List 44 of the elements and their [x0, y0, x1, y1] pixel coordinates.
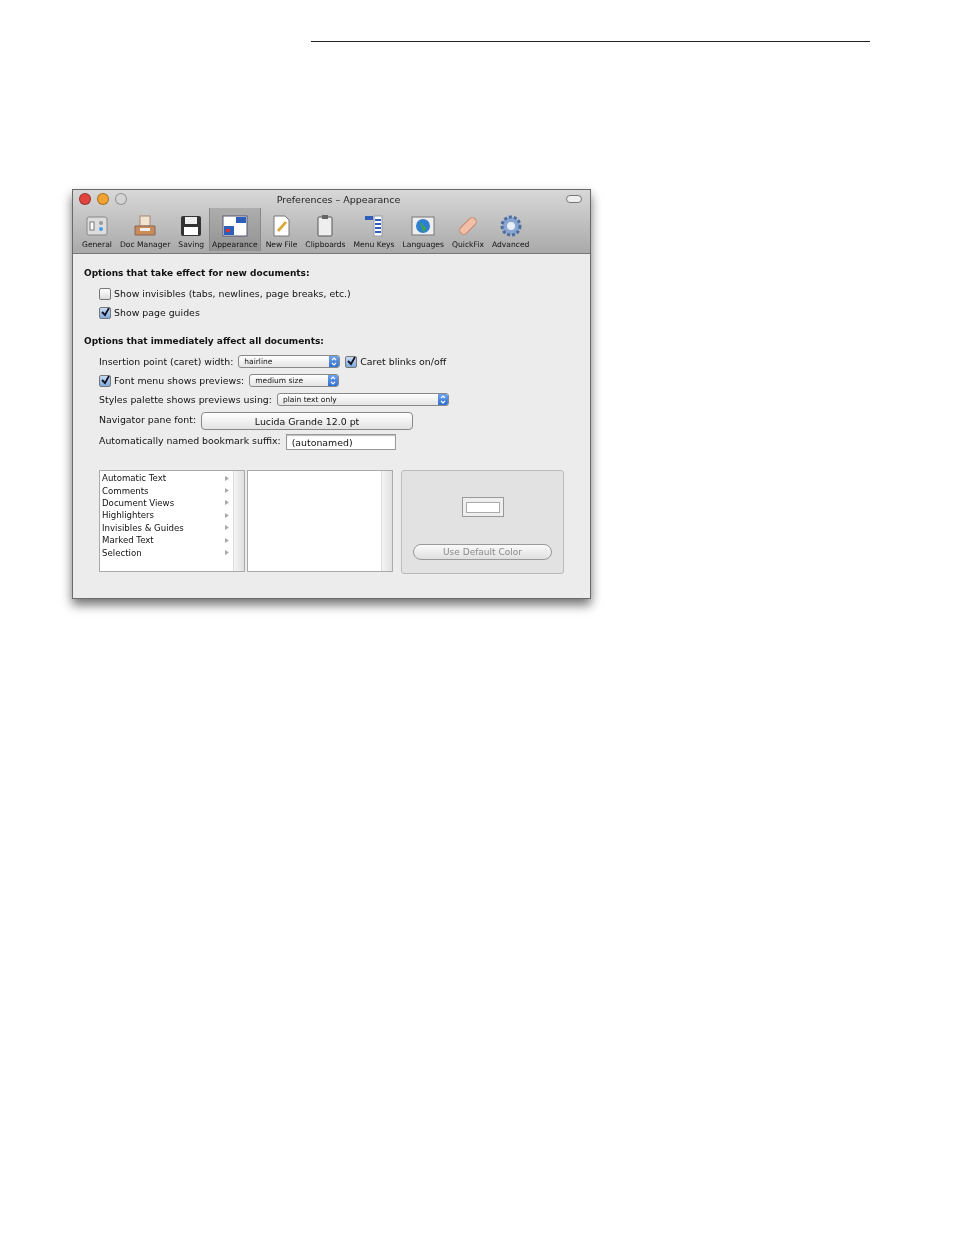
category-item[interactable]: Marked Text: [102, 533, 231, 547]
stepper-arrows-icon: [438, 394, 448, 405]
checkbox[interactable]: [99, 306, 111, 319]
section-heading: Options that immediately affect all documents:: [84, 336, 325, 346]
stepper-arrows-icon: [328, 375, 339, 386]
stepper-arrows-icon: [329, 356, 340, 367]
option-label: Navigator pane font:: [99, 414, 197, 425]
category-item[interactable]: Comments: [102, 484, 231, 497]
suffix-field[interactable]: (autonamed): [285, 434, 396, 450]
minimize-button[interactable]: [97, 193, 109, 205]
checkbox-label: Font menu shows previews:: [114, 375, 245, 386]
option-label: Automatically named bookmark suffix:: [99, 434, 281, 446]
category-item[interactable]: Highlighters: [102, 509, 231, 522]
disclosure-arrow-icon: [225, 550, 229, 556]
checkmark-icon: [346, 357, 356, 366]
checkmark-icon: [100, 376, 110, 385]
category-item[interactable]: Automatic Text: [102, 472, 231, 485]
category-item[interactable]: Selection: [102, 546, 231, 559]
disclosure-arrow-icon: [225, 475, 229, 481]
font-button[interactable]: Lucida Grande 12.0 pt: [201, 412, 414, 430]
toolbar-toggle-button[interactable]: [566, 195, 582, 203]
switch-panel-icon: [84, 214, 109, 238]
section-heading: Options that take effect for new documents:: [84, 268, 311, 278]
checkbox[interactable]: [345, 355, 358, 368]
checkbox-label: Show page guides: [114, 307, 200, 318]
color-well[interactable]: [461, 497, 504, 517]
scrollbar[interactable]: [233, 471, 244, 571]
category-item[interactable]: Document Views: [102, 496, 231, 510]
gear-icon: [498, 214, 523, 238]
globe-book-icon: [410, 214, 437, 238]
zoom-button[interactable]: [115, 193, 127, 205]
scrollbar[interactable]: [381, 471, 392, 571]
checkbox[interactable]: [99, 374, 111, 387]
checkbox-label: Caret blinks on/off: [360, 356, 447, 367]
checkbox-label: Show invisibles (tabs, newlines, page breaks, etc.): [114, 288, 351, 299]
checkmark-icon: [100, 308, 110, 317]
category-item[interactable]: Invisibles & Guides: [102, 521, 231, 534]
option-label: Styles palette shows previews using:: [99, 394, 272, 405]
checkbox[interactable]: [99, 287, 111, 300]
close-button[interactable]: [79, 193, 91, 205]
option-label: Insertion point (caret) width:: [99, 356, 234, 367]
window-layout-icon: [221, 214, 248, 238]
tray-icon: [133, 214, 158, 238]
window-title: Preferences – Appearance: [276, 193, 402, 205]
